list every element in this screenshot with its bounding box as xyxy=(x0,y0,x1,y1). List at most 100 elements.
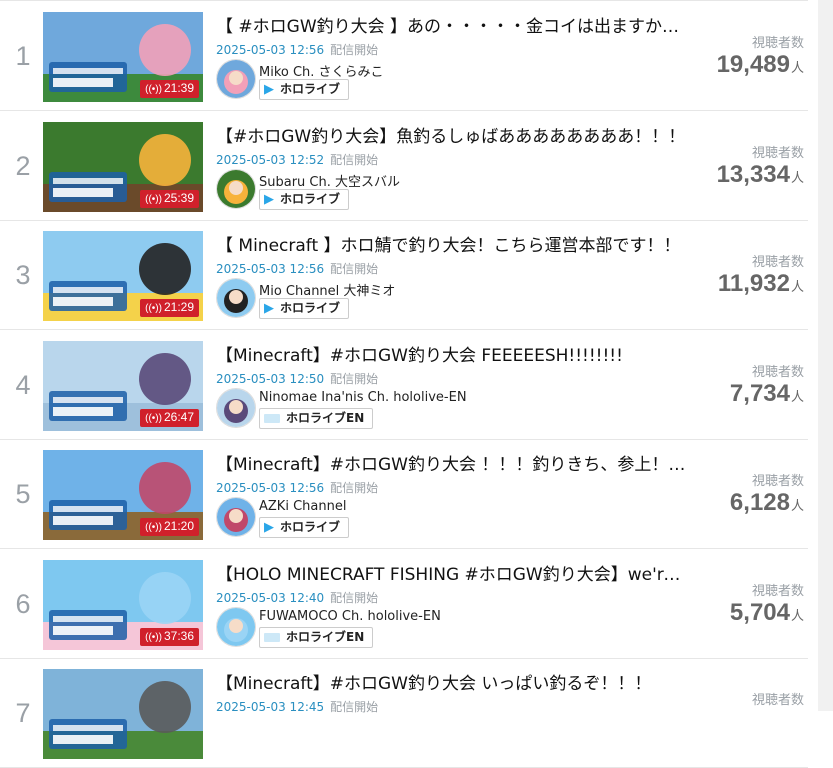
channel-avatar[interactable] xyxy=(216,607,256,647)
viewer-count-number: 7,734 xyxy=(729,380,790,407)
stream-start-info: 2025-05-03 12:40 配信開始 xyxy=(216,589,378,606)
channel-avatar[interactable] xyxy=(216,388,256,428)
rank-number: 2 xyxy=(15,151,31,181)
start-datetime: 2025-05-03 12:50 xyxy=(216,372,325,386)
viewers-label: 視聴者数 xyxy=(751,146,804,161)
viewer-count-number: 11,932 xyxy=(717,270,790,297)
start-datetime: 2025-05-03 12:56 xyxy=(216,481,325,495)
channel-avatar[interactable] xyxy=(216,169,256,209)
live-icon: ((•)) xyxy=(145,84,162,95)
affiliation-tag[interactable]: ▶ ホロライブ xyxy=(259,298,350,319)
channel-avatar[interactable] xyxy=(216,59,256,99)
scrollbar[interactable] xyxy=(818,0,833,711)
stream-title-link[interactable]: 【 #ホロGW釣り大会 】あの・・・・・金コイは出ますか・・？ xyxy=(216,12,686,37)
viewer-count: 19,489人 xyxy=(717,51,804,79)
affiliation-label: ホロライブ xyxy=(280,520,341,534)
avatar-image xyxy=(217,498,255,536)
stream-title-link[interactable]: 【 Minecraft 】ホロ鯖で釣り大会！こちら運営本部です！！ xyxy=(216,231,686,256)
affiliation-tag[interactable]: ホロライブEN xyxy=(259,627,374,648)
play-triangle-icon: ▶ xyxy=(264,82,274,97)
duration-text: 21:29 xyxy=(163,300,194,314)
viewer-count: 7,734人 xyxy=(730,380,804,408)
stream-title-link[interactable]: 【Minecraft】#ホロGW釣り大会 いっぱい釣るぞ！！！ xyxy=(216,669,686,694)
start-label: 配信開始 xyxy=(330,481,379,495)
start-datetime: 2025-05-03 12:52 xyxy=(216,153,325,167)
avatar-image xyxy=(217,60,255,98)
start-datetime: 2025-05-03 12:40 xyxy=(216,591,325,605)
channel-name-link[interactable]: FUWAMOCO Ch. hololive-EN xyxy=(259,609,441,624)
channel-name-link[interactable]: Mio Channel 大神ミオ xyxy=(259,280,395,299)
play-triangle-icon: ▶ xyxy=(264,301,274,316)
rank-number: 7 xyxy=(15,698,31,728)
viewers-label: 視聴者数 xyxy=(751,255,804,270)
stream-thumbnail[interactable] xyxy=(43,669,203,759)
live-duration-badge: ((•)) 25:39 xyxy=(140,190,199,208)
viewer-count: 5,704人 xyxy=(730,599,804,627)
stream-thumbnail[interactable]: ((•)) 26:47 xyxy=(43,341,203,431)
viewer-count: 13,334人 xyxy=(717,161,804,189)
live-duration-badge: ((•)) 21:20 xyxy=(140,518,199,536)
affiliation-label: ホロライブ xyxy=(280,301,341,315)
live-duration-badge: ((•)) 26:47 xyxy=(140,409,199,427)
duration-text: 21:20 xyxy=(163,519,194,533)
stream-row[interactable]: 1 ((•)) 21:39 【 #ホロGW釣り大会 】あの・・・・・金コイは出ますか・… xyxy=(0,1,808,111)
stream-row[interactable]: 4 ((•)) 26:47 【Minecraft】#ホロGW釣り大会 FEEEEESH… xyxy=(0,330,808,440)
stream-start-info: 2025-05-03 12:56 配信開始 xyxy=(216,260,378,277)
play-triangle-icon: ▶ xyxy=(264,192,274,207)
channel-name-link[interactable]: Miko Ch. さくらみこ xyxy=(259,61,384,80)
viewers-label: 視聴者数 xyxy=(751,584,804,599)
affiliation-tag[interactable]: ▶ ホロライブ xyxy=(259,517,350,538)
channel-name-link[interactable]: Ninomae Ina'nis Ch. hololive-EN xyxy=(259,390,467,405)
live-icon: ((•)) xyxy=(145,632,162,643)
stream-row[interactable]: 2 ((•)) 25:39 【#ホロGW釣り大会】魚釣るしゅばああああああああ！！！ 2… xyxy=(0,111,808,221)
stream-thumbnail[interactable]: ((•)) 21:39 xyxy=(43,12,203,102)
start-label: 配信開始 xyxy=(330,153,379,167)
duration-text: 26:47 xyxy=(163,410,194,424)
stream-row[interactable]: 7 【Minecraft】#ホロGW釣り大会 いっぱい釣るぞ！！！ 2025-05-… xyxy=(0,658,808,768)
stream-thumbnail[interactable]: ((•)) 25:39 xyxy=(43,122,203,212)
start-label: 配信開始 xyxy=(330,262,379,276)
stream-start-info: 2025-05-03 12:56 配信開始 xyxy=(216,479,378,496)
stream-row[interactable]: 3 ((•)) 21:29 【 Minecraft 】ホロ鯖で釣り大会！こちら運営本部… xyxy=(0,220,808,330)
hololive-en-logo-icon xyxy=(264,414,280,423)
start-label: 配信開始 xyxy=(330,372,379,386)
stream-title-link[interactable]: 【HOLO MINECRAFT FISHING #ホロGW釣り大会】we're … xyxy=(216,560,686,585)
viewer-count-unit: 人 xyxy=(790,279,804,294)
stream-start-info: 2025-05-03 12:45 配信開始 xyxy=(216,698,378,715)
stream-start-info: 2025-05-03 12:52 配信開始 xyxy=(216,151,378,168)
rank-number: 6 xyxy=(15,589,31,619)
channel-name-link[interactable]: AZKi Channel xyxy=(259,499,346,514)
live-icon: ((•)) xyxy=(145,413,162,424)
stream-row[interactable]: 6 ((•)) 37:36 【HOLO MINECRAFT FISHING #ホロGW… xyxy=(0,549,808,659)
viewer-count-unit: 人 xyxy=(790,389,804,404)
stream-thumbnail[interactable]: ((•)) 21:29 xyxy=(43,231,203,321)
affiliation-label: ホロライブ xyxy=(280,192,341,206)
stream-thumbnail[interactable]: ((•)) 37:36 xyxy=(43,560,203,650)
affiliation-label: ホロライブ xyxy=(280,82,341,96)
stream-title-link[interactable]: 【Minecraft】#ホロGW釣り大会 FEEEEESH!!!!!!!! xyxy=(216,341,686,366)
stream-thumbnail[interactable]: ((•)) 21:20 xyxy=(43,450,203,540)
viewer-count: 6,128人 xyxy=(730,489,804,517)
viewers-label: 視聴者数 xyxy=(751,474,804,489)
channel-avatar[interactable] xyxy=(216,497,256,537)
viewer-count: 11,932人 xyxy=(718,270,804,298)
live-duration-badge: ((•)) 21:39 xyxy=(140,80,199,98)
viewer-count-unit: 人 xyxy=(790,170,804,185)
channel-name-link[interactable]: Subaru Ch. 大空スバル xyxy=(259,171,400,190)
hololive-en-logo-icon xyxy=(264,633,280,642)
affiliation-tag[interactable]: ▶ ホロライブ xyxy=(259,189,350,210)
stream-title-link[interactable]: 【#ホロGW釣り大会】魚釣るしゅばああああああああ！！！ xyxy=(216,122,686,147)
live-icon: ((•)) xyxy=(145,303,162,314)
live-icon: ((•)) xyxy=(145,522,162,533)
stream-row[interactable]: 5 ((•)) 21:20 【Minecraft】#ホロGW釣り大会 ！！！釣りきち、… xyxy=(0,439,808,549)
stream-title-link[interactable]: 【Minecraft】#ホロGW釣り大会 ！！！釣りきち、参上！！！ xyxy=(216,450,686,475)
viewer-count-number: 6,128 xyxy=(729,489,790,516)
channel-avatar[interactable] xyxy=(216,278,256,318)
viewers-label: 視聴者数 xyxy=(751,36,804,51)
start-datetime: 2025-05-03 12:45 xyxy=(216,700,325,714)
play-triangle-icon: ▶ xyxy=(264,520,274,535)
viewer-count-unit: 人 xyxy=(790,608,804,623)
affiliation-tag[interactable]: ▶ ホロライブ xyxy=(259,79,350,100)
affiliation-tag[interactable]: ホロライブEN xyxy=(259,408,374,429)
affiliation-label: ホロライブEN xyxy=(286,411,365,425)
